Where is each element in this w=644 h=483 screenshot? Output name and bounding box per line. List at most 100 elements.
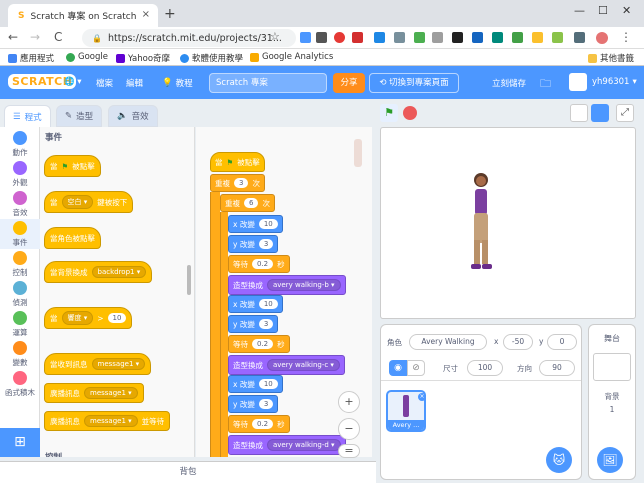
loudness-value-input[interactable]: 10 xyxy=(107,313,127,323)
category-looks[interactable]: 外觀 xyxy=(0,161,40,188)
fullscreen-icon[interactable]: ⤢ xyxy=(616,104,634,122)
wait-block[interactable]: 等待 0.2 秒 xyxy=(228,255,290,273)
reload-button[interactable]: C xyxy=(54,30,62,44)
change-x-block[interactable]: x 改變 10 xyxy=(228,295,283,313)
delete-sprite-icon[interactable]: × xyxy=(418,393,426,401)
category-motion[interactable]: 動作 xyxy=(0,131,40,158)
wait-block[interactable]: 等待 0.2 秒 xyxy=(228,415,290,433)
wait-input[interactable]: 0.2 xyxy=(252,259,274,269)
forward-button[interactable]: → xyxy=(30,30,40,44)
extension-icon[interactable] xyxy=(574,32,585,43)
language-globe-icon[interactable]: 🌐 ▾ xyxy=(64,77,82,87)
repeat-inner-block[interactable]: 重複 6 次 xyxy=(220,194,275,212)
change-x-input[interactable]: 10 xyxy=(258,299,278,309)
extension-icon[interactable] xyxy=(394,32,405,43)
new-tab-button[interactable]: + xyxy=(164,6,176,22)
sprite-name-input[interactable]: Avery Walking xyxy=(409,334,487,350)
address-bar[interactable]: 🔒 https://scratch.mit.edu/projects/31... xyxy=(82,29,296,47)
extension-icon[interactable] xyxy=(512,32,523,43)
browser-menu-icon[interactable]: ⋮ xyxy=(620,30,632,44)
when-receive-message-block[interactable]: 當收到訊息 message1 ▾ xyxy=(44,353,152,375)
loudness-dropdown[interactable]: 響度 ▾ xyxy=(61,311,94,325)
bookmark-google[interactable]: Google xyxy=(66,52,108,62)
costume-dropdown[interactable]: avery walking-c ▾ xyxy=(267,359,340,371)
bookmark-apps[interactable]: 應用程式 xyxy=(8,52,54,64)
when-backdrop-switches-block[interactable]: 當背景換成 backdrop1 ▾ xyxy=(44,261,153,283)
bookmark-software-tutorial[interactable]: 軟體使用教學 xyxy=(180,52,243,64)
tab-costumes[interactable]: ✎ 造型 xyxy=(56,105,103,127)
bookmark-other-folder[interactable]: 其他書籤 xyxy=(588,52,634,64)
when-sprite-clicked-block[interactable]: 當角色被點擊 xyxy=(44,227,101,249)
change-y-input[interactable]: 3 xyxy=(258,239,274,249)
change-x-input[interactable]: 10 xyxy=(258,379,278,389)
category-sound[interactable]: 音效 xyxy=(0,191,40,218)
wait-input[interactable]: 0.2 xyxy=(252,419,274,429)
stage-thumbnail[interactable] xyxy=(593,353,631,381)
tab-code[interactable]: ☰ 程式 xyxy=(4,105,51,127)
repeat-inner-count-input[interactable]: 6 xyxy=(244,198,259,208)
change-x-block[interactable]: x 改變 10 xyxy=(228,375,283,393)
project-title-input[interactable]: Scratch 專案 xyxy=(209,73,327,93)
change-x-input[interactable]: 10 xyxy=(258,219,278,229)
sprite-direction-input[interactable]: 90 xyxy=(539,360,575,376)
category-my-blocks[interactable]: 函式積木 xyxy=(0,371,40,398)
small-stage-icon[interactable] xyxy=(570,104,588,122)
palette-scrollbar[interactable] xyxy=(187,265,191,295)
change-y-input[interactable]: 3 xyxy=(258,319,274,329)
maximize-button[interactable]: ☐ xyxy=(598,4,608,17)
backpack-bar[interactable]: 背包 xyxy=(0,461,376,483)
save-now-button[interactable]: 立刻儲存 xyxy=(492,77,526,89)
browser-tab[interactable]: S Scratch 專案 on Scratch × xyxy=(8,4,158,27)
extension-icon[interactable] xyxy=(334,32,345,43)
zoom-out-button[interactable]: − xyxy=(338,418,360,440)
wait-block[interactable]: 等待 0.2 秒 xyxy=(228,335,290,353)
sprite-y-input[interactable]: 0 xyxy=(547,334,577,350)
sprite-thumbnail[interactable]: × Avery ... xyxy=(386,390,426,432)
hide-eye-icon[interactable]: ⊘ xyxy=(407,360,425,376)
back-button[interactable]: ← xyxy=(8,30,18,44)
broadcast-message-dropdown[interactable]: message1 ▾ xyxy=(84,387,138,399)
extension-icon[interactable] xyxy=(352,32,363,43)
file-menu[interactable]: 檔案 xyxy=(96,77,113,89)
my-stuff-folder-icon[interactable]: 🗀 xyxy=(540,75,551,94)
key-dropdown[interactable]: 空白 ▾ xyxy=(61,195,94,209)
broadcast-block[interactable]: 廣播訊息 message1 ▾ xyxy=(44,383,144,403)
sprite-size-input[interactable]: 100 xyxy=(467,360,503,376)
username-menu[interactable]: yh96301 ▾ xyxy=(592,77,637,87)
star-icon[interactable]: ☆ xyxy=(270,30,280,43)
normal-stage-icon[interactable] xyxy=(591,104,609,122)
extension-icon[interactable] xyxy=(432,32,443,43)
zoom-reset-button[interactable]: = xyxy=(338,444,360,458)
show-eye-icon[interactable]: ◉ xyxy=(389,360,407,376)
switch-costume-block[interactable]: 造型換成 avery walking-b ▾ xyxy=(228,275,346,295)
backdrop-dropdown[interactable]: backdrop1 ▾ xyxy=(91,266,147,278)
share-button[interactable]: 分享 xyxy=(333,73,365,93)
category-sensing[interactable]: 偵測 xyxy=(0,281,40,308)
change-y-block[interactable]: y 改變 3 xyxy=(228,315,279,333)
stop-icon[interactable] xyxy=(403,106,417,120)
when-key-pressed-block[interactable]: 當空白 ▾ 鍵被按下 xyxy=(44,191,134,213)
tutorials-menu[interactable]: 💡 教程 xyxy=(162,77,193,89)
when-flag-clicked-block[interactable]: 當 ⚑ 被點擊 xyxy=(44,155,101,177)
extension-icon[interactable] xyxy=(472,32,483,43)
extension-icon[interactable] xyxy=(374,32,385,43)
minimize-button[interactable]: — xyxy=(574,4,585,17)
avery-walking-sprite[interactable] xyxy=(467,170,495,276)
tab-sounds[interactable]: 🔈 音效 xyxy=(108,105,158,127)
repeat-outer-block[interactable]: 重複 3 次 xyxy=(210,174,265,192)
add-extension-button[interactable]: ⊞ xyxy=(0,428,40,457)
choose-sprite-icon[interactable]: 🐱 xyxy=(546,447,572,473)
change-y-block[interactable]: y 改變 3 xyxy=(228,395,279,413)
wait-input[interactable]: 0.2 xyxy=(252,339,274,349)
extension-icon[interactable] xyxy=(492,32,503,43)
see-project-page-button[interactable]: ⟲ 切換到專案頁面 xyxy=(369,73,459,93)
window-close-button[interactable]: ✕ xyxy=(622,4,631,17)
extension-icon[interactable] xyxy=(300,32,311,43)
extension-icon[interactable] xyxy=(452,32,463,43)
switch-costume-block[interactable]: 造型換成 avery walking-d ▾ xyxy=(228,435,346,455)
broadcast-and-wait-block[interactable]: 廣播訊息 message1 ▾ 並等待 xyxy=(44,411,171,431)
sprite-x-input[interactable]: -50 xyxy=(503,334,533,350)
when-loudness-greater-block[interactable]: 當響度 ▾ >10 xyxy=(44,307,133,329)
choose-backdrop-icon[interactable]: 🖼 xyxy=(597,447,623,473)
change-x-block[interactable]: x 改變 10 xyxy=(228,215,283,233)
